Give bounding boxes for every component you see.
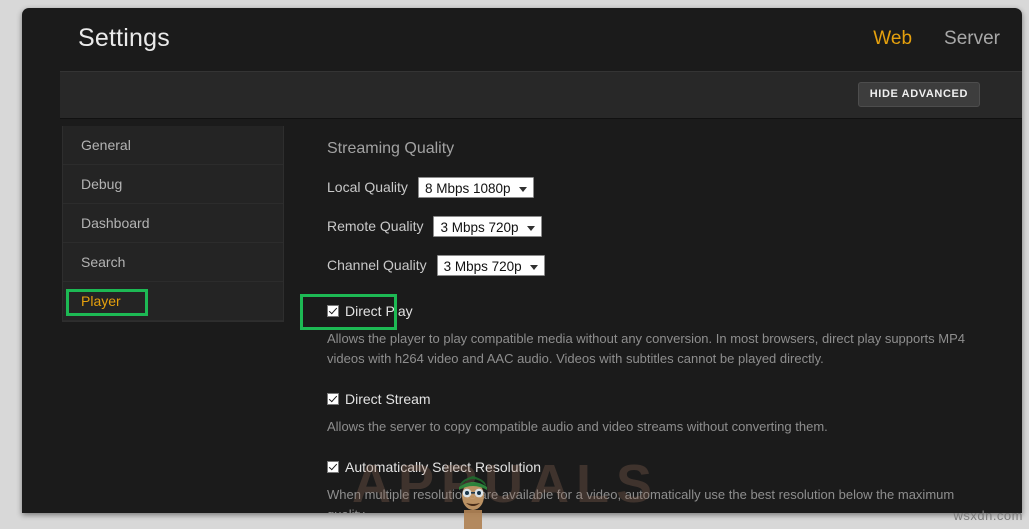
chevron-down-icon <box>526 225 535 231</box>
header-tab-group: Web Server <box>873 28 1000 50</box>
screenshot-root: Settings Web Server HIDE ADVANCED Genera… <box>0 0 1029 529</box>
select-remote-quality[interactable]: 3 Mbps 720p <box>433 215 542 237</box>
select-local-quality-value: 8 Mbps 1080p <box>424 180 511 196</box>
settings-main-panel: Streaming Quality Local Quality 8 Mbps 1… <box>307 120 1007 513</box>
page-title: Settings <box>78 24 170 52</box>
sidebar-item-search[interactable]: Search <box>63 243 283 282</box>
hide-advanced-button[interactable]: HIDE ADVANCED <box>857 82 980 107</box>
field-channel-quality: Channel Quality 3 Mbps 720p <box>327 254 1007 276</box>
site-credit: wsxdn.com <box>953 508 1023 523</box>
field-local-quality: Local Quality 8 Mbps 1080p <box>327 176 1007 198</box>
section-title-streaming-quality: Streaming Quality <box>327 140 455 157</box>
settings-window: Settings Web Server HIDE ADVANCED Genera… <box>22 8 1022 513</box>
sidebar-item-debug[interactable]: Debug <box>63 165 283 204</box>
label-auto-select-resolution[interactable]: Automatically Select Resolution <box>345 459 541 475</box>
description-direct-stream: Allows the server to copy compatible aud… <box>327 419 828 434</box>
content-area: General Debug Dashboard Search Player St… <box>22 120 1022 513</box>
chevron-down-icon <box>529 264 538 270</box>
tab-web[interactable]: Web <box>873 28 912 50</box>
advanced-toolbar: HIDE ADVANCED <box>60 71 1022 119</box>
sidebar-item-general[interactable]: General <box>63 126 283 165</box>
label-direct-play[interactable]: Direct Play <box>345 303 413 319</box>
field-remote-quality: Remote Quality 3 Mbps 720p <box>327 215 1007 237</box>
option-direct-play[interactable]: Direct Play <box>327 303 1007 319</box>
tab-server[interactable]: Server <box>944 28 1000 50</box>
label-direct-stream[interactable]: Direct Stream <box>345 391 431 407</box>
select-remote-quality-value: 3 Mbps 720p <box>440 219 519 235</box>
sidebar-item-player[interactable]: Player <box>63 282 283 321</box>
description-direct-play: Allows the player to play compatible med… <box>327 331 966 366</box>
settings-sidebar: General Debug Dashboard Search Player <box>62 126 284 322</box>
window-header: Settings Web Server <box>22 8 1022 68</box>
select-local-quality[interactable]: 8 Mbps 1080p <box>417 176 534 198</box>
select-channel-quality-value: 3 Mbps 720p <box>443 258 522 274</box>
sidebar-item-dashboard[interactable]: Dashboard <box>63 204 283 243</box>
option-direct-stream[interactable]: Direct Stream <box>327 391 1007 407</box>
checkbox-auto-select-resolution[interactable] <box>327 461 339 473</box>
checkbox-direct-stream[interactable] <box>327 393 339 405</box>
label-channel-quality: Channel Quality <box>327 257 427 273</box>
chevron-down-icon <box>518 186 527 192</box>
select-channel-quality[interactable]: 3 Mbps 720p <box>436 254 545 276</box>
option-auto-select-resolution[interactable]: Automatically Select Resolution <box>327 459 1007 475</box>
checkbox-direct-play[interactable] <box>327 305 339 317</box>
description-auto-select-resolution: When multiple resolutions are available … <box>327 487 955 513</box>
label-local-quality: Local Quality <box>327 179 408 195</box>
label-remote-quality: Remote Quality <box>327 218 424 234</box>
